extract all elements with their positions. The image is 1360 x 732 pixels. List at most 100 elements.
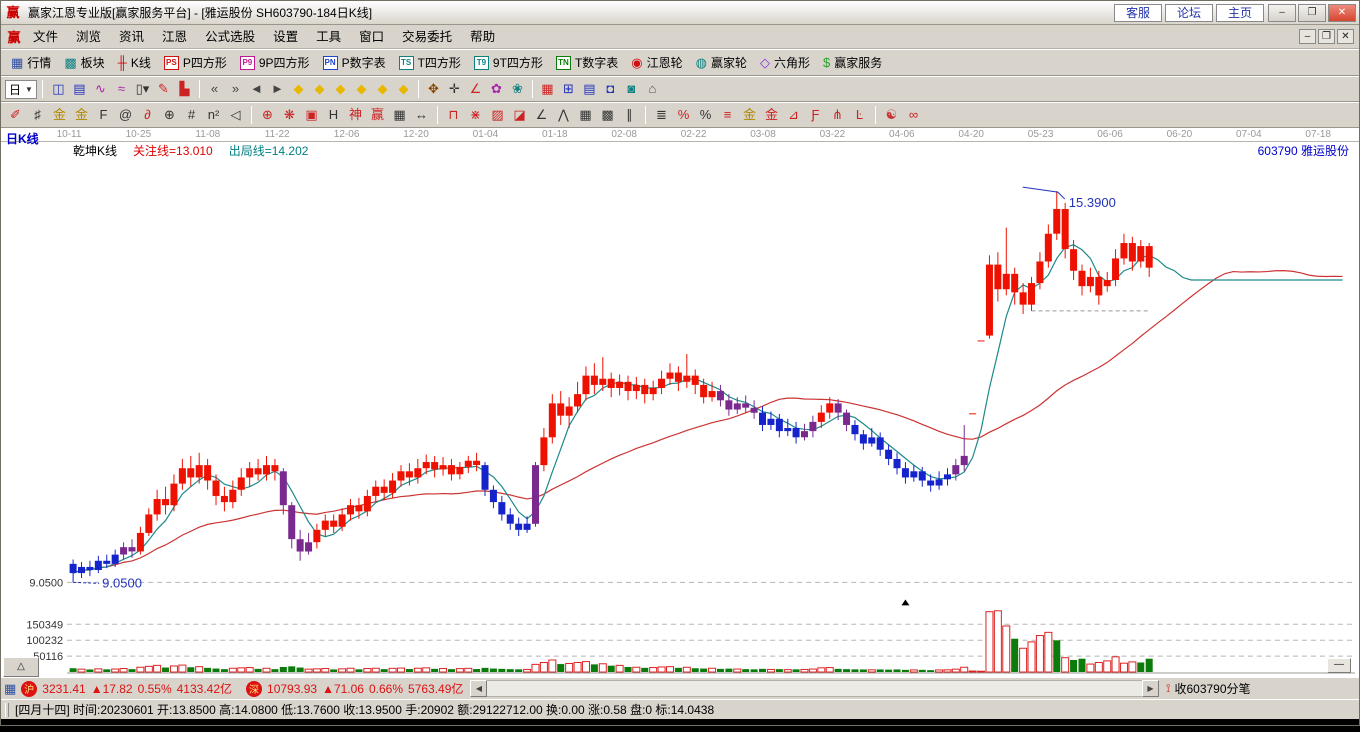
measure-pen-icon[interactable]: ∂ [137, 105, 158, 125]
shaded-box-icon[interactable]: ◪ [509, 105, 530, 125]
trend-angle-icon[interactable]: ∠ [531, 105, 552, 125]
print-icon[interactable]: ⌂ [642, 79, 663, 99]
gann-circle-icon[interactable]: ⊕ [257, 105, 278, 125]
volume-profile-icon[interactable]: ▙ [174, 79, 195, 99]
toolbar-main-8[interactable]: TN T数字表 [550, 54, 624, 71]
diamond-right-icon[interactable]: ◆ [309, 79, 330, 99]
toolbar-main-6[interactable]: TS T四方形 [393, 54, 467, 71]
star-spiral-icon[interactable]: ❋ [279, 105, 300, 125]
pattern-brain-icon[interactable]: ❀ [507, 79, 528, 99]
save-icon[interactable]: ◘ [600, 79, 621, 99]
frame-tool-icon[interactable]: ⊓ [443, 105, 464, 125]
percent-retrace-icon[interactable]: % [673, 105, 694, 125]
gold-channel-icon[interactable]: 金 [739, 105, 760, 125]
gann-brush-icon[interactable]: ✎ [153, 79, 174, 99]
titlebar-button-0[interactable]: 客服 [1113, 3, 1162, 22]
diamond-expand-icon[interactable]: ◆ [330, 79, 351, 99]
menu-item-3[interactable]: 江恩 [153, 26, 196, 48]
infinity-tool-icon[interactable]: ∞ [903, 105, 924, 125]
spiral-tool-icon[interactable]: @ [115, 105, 136, 125]
titlebar-button-2[interactable]: 主页 [1215, 3, 1264, 22]
toolbar-main-10[interactable]: ◍ 赢家轮 [690, 54, 753, 71]
window-grid-icon[interactable]: ◫ [48, 79, 69, 99]
diamond-move-icon[interactable]: ◆ [393, 79, 414, 99]
toolbar-main-3[interactable]: PS P四方形 [158, 54, 233, 71]
level-lines-icon[interactable]: ≡ [717, 105, 738, 125]
menu-item-0[interactable]: 文件 [24, 26, 67, 48]
gann-lines-icon[interactable]: ♯ [27, 105, 48, 125]
prev-bar-icon[interactable]: ◄ [246, 79, 267, 99]
toolbar-main-12[interactable]: $ 赢家服务 [817, 54, 888, 71]
period-selector[interactable]: 日 ▼ [5, 79, 37, 99]
pattern-flower-icon[interactable]: ✿ [486, 79, 507, 99]
angle-measure-icon[interactable]: ∠ [465, 79, 486, 99]
info-card-icon[interactable]: ▤ [69, 79, 90, 99]
menu-item-5[interactable]: 设置 [264, 26, 307, 48]
time-grid-icon[interactable]: # [181, 105, 202, 125]
export-icon[interactable]: ◙ [621, 79, 642, 99]
scroll-right-button[interactable]: ▶ [1142, 680, 1159, 697]
crosshair-icon[interactable]: ✛ [444, 79, 465, 99]
zigzag-icon[interactable]: ⋀ [553, 105, 574, 125]
last-bar-icon[interactable]: » [225, 79, 246, 99]
menu-item-1[interactable]: 浏览 [67, 26, 110, 48]
shen-tool-icon[interactable]: 神 [345, 105, 366, 125]
gann-box-icon[interactable]: ▨ [487, 105, 508, 125]
diamond-shrink-icon[interactable]: ◆ [351, 79, 372, 99]
tick-feed[interactable]: ⟟ 收603790分笔 [1166, 680, 1356, 697]
toolbar-main-7[interactable]: T9 9T四方形 [468, 54, 549, 71]
width-measure-icon[interactable]: ↔ [411, 105, 432, 125]
ray-fan-icon[interactable]: ⋇ [465, 105, 486, 125]
pulse-3-icon[interactable]: ∿ [90, 79, 111, 99]
gold-section-icon[interactable]: 金 [761, 105, 782, 125]
menu-item-6[interactable]: 工具 [307, 26, 350, 48]
first-bar-icon[interactable]: « [204, 79, 225, 99]
menu-item-7[interactable]: 窗口 [350, 26, 393, 48]
menu-item-9[interactable]: 帮助 [461, 26, 504, 48]
pen-tool-icon[interactable]: ✐ [5, 105, 26, 125]
pan-hand-icon[interactable]: ✥ [423, 79, 444, 99]
minimize-button[interactable]: – [1268, 3, 1296, 22]
scroll-left-button[interactable]: ◀ [470, 680, 488, 697]
parallel-lines-icon[interactable]: ∥ [619, 105, 640, 125]
grid-b-icon[interactable]: ▩ [597, 105, 618, 125]
mdi-minimize-button[interactable]: – [1299, 29, 1316, 44]
mdi-close-button[interactable]: ✕ [1337, 29, 1354, 44]
diamond-star-icon[interactable]: ◆ [372, 79, 393, 99]
close-button[interactable]: ✕ [1328, 3, 1356, 22]
mdi-restore-button[interactable]: ❐ [1318, 29, 1335, 44]
toolbar-main-1[interactable]: ▩ 板块 [58, 54, 110, 71]
toolbar-main-5[interactable]: PN P数字表 [317, 54, 392, 71]
grid-123-icon[interactable]: ▦ [389, 105, 410, 125]
fib-fan-icon[interactable]: Ƒ [805, 105, 826, 125]
menu-item-2[interactable]: 资讯 [110, 26, 153, 48]
volume-collapse-button[interactable]: — [1327, 658, 1351, 673]
diamond-left-icon[interactable]: ◆ [288, 79, 309, 99]
gold-line-2-icon[interactable]: 金 [71, 105, 92, 125]
taiji-ball-icon[interactable]: ☯ [881, 105, 902, 125]
pulse-9-icon[interactable]: ≈ [111, 79, 132, 99]
overlay-toggle-button[interactable]: △ [3, 657, 39, 677]
retrace-line-icon[interactable]: Ŀ [849, 105, 870, 125]
candle-style-icon[interactable]: ▯▾ [132, 79, 153, 99]
toolbar-main-11[interactable]: ◇ 六角形 [754, 54, 816, 71]
menu-item-8[interactable]: 交易委托 [393, 26, 461, 48]
pitchfork-icon[interactable]: ⋔ [827, 105, 848, 125]
toolbar-main-4[interactable]: P9 9P四方形 [234, 54, 316, 71]
grid-a-icon[interactable]: ▦ [575, 105, 596, 125]
kline-chart[interactable]: 150349 100232 50116 9.0500 15.3900 9.0500 △ — [1, 159, 1359, 677]
toolbar-main-2[interactable]: ╫ K线 [112, 54, 157, 71]
toolbar-main-9[interactable]: ◉ 江恩轮 [625, 54, 688, 71]
square-numbers-icon[interactable]: n² [203, 105, 224, 125]
square-spiral-icon[interactable]: ▣ [301, 105, 322, 125]
scrollbar-track[interactable] [487, 680, 1142, 697]
speed-line-icon[interactable]: ⊿ [783, 105, 804, 125]
calculator-icon[interactable]: ⊞ [558, 79, 579, 99]
toolbar-main-0[interactable]: ▦ 行情 [5, 54, 57, 71]
win-tool-icon[interactable]: 赢 [367, 105, 388, 125]
calendar-icon[interactable]: ▦ [537, 79, 558, 99]
fibonacci-icon[interactable]: F [93, 105, 114, 125]
notes-icon[interactable]: ▤ [579, 79, 600, 99]
hurst-cycle-icon[interactable]: H [323, 105, 344, 125]
angle-flag-icon[interactable]: ◁ [225, 105, 246, 125]
